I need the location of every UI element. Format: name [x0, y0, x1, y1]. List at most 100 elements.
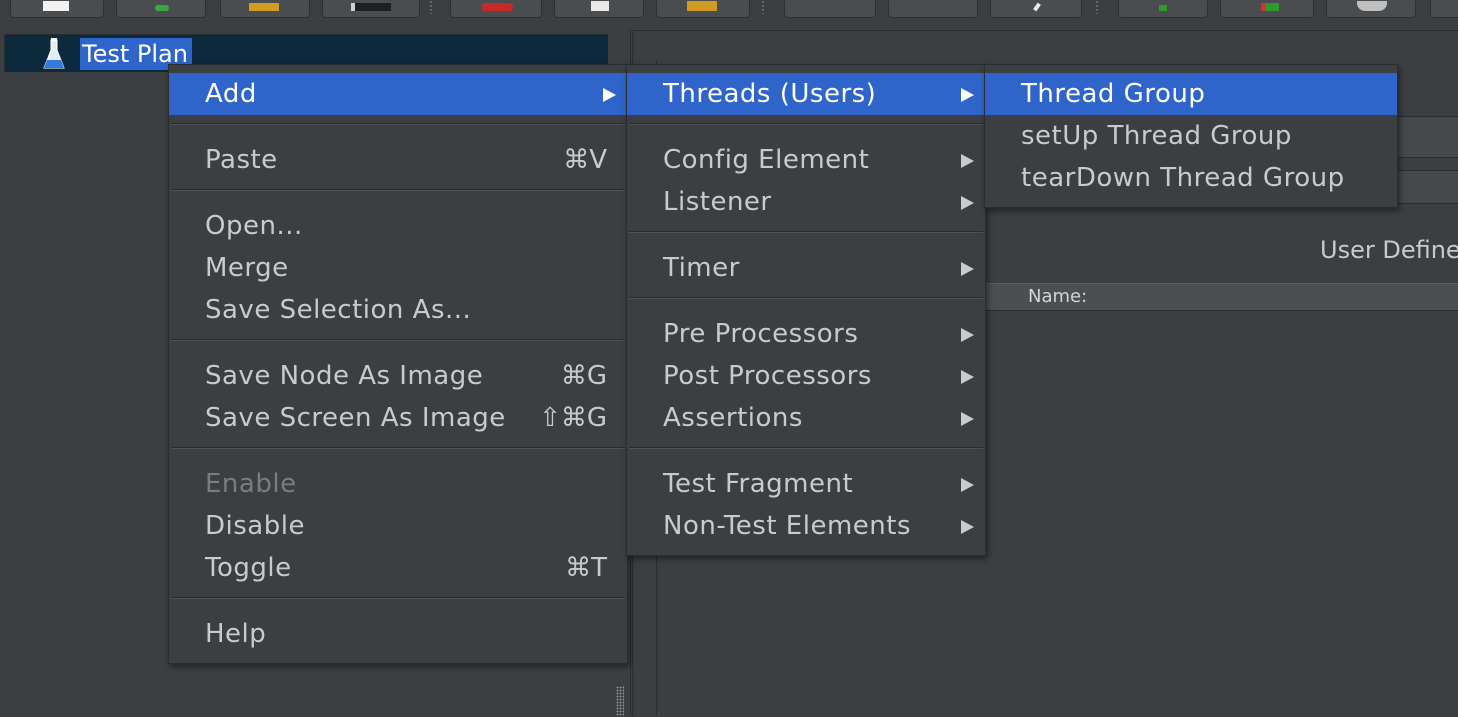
menu-separator: [629, 447, 983, 449]
paste-clipboard-icon: [687, 1, 717, 11]
submenu-arrow-icon: [961, 262, 974, 276]
menu-item-teardown-thread-group[interactable]: tearDown Thread Group: [985, 157, 1397, 199]
stop-button[interactable]: [1326, 0, 1416, 18]
menu-item-listener[interactable]: Listener: [627, 181, 985, 223]
shortcut-label: ⌘G: [560, 361, 607, 391]
toggle-button[interactable]: [990, 0, 1082, 18]
menu-item-label: Post Processors: [663, 361, 872, 391]
submenu-arrow-icon: [961, 154, 974, 168]
new-button[interactable]: [10, 0, 104, 18]
menu-item-label: Thread Group: [1021, 79, 1206, 109]
menu-item-label: Listener: [663, 187, 772, 217]
menu-item-label: Pre Processors: [663, 319, 859, 349]
menu-item-paste[interactable]: Paste ⌘V: [169, 139, 627, 181]
menu-item-label: Non-Test Elements: [663, 511, 911, 541]
copy-icon: [591, 1, 609, 11]
shortcut-label: ⌘V: [563, 145, 607, 175]
menu-separator: [629, 231, 983, 233]
start-play-icon: [1159, 5, 1167, 11]
toggle-wand-icon: [1033, 2, 1041, 12]
split-grip-handle[interactable]: [616, 686, 624, 716]
menu-item-setup-thread-group[interactable]: setUp Thread Group: [985, 115, 1397, 157]
menu-item-label: Toggle: [205, 553, 292, 583]
menu-separator: [171, 447, 625, 449]
start-no-pauses-button[interactable]: [1220, 0, 1314, 18]
menu-item-label: Disable: [205, 511, 305, 541]
menu-item-merge[interactable]: Merge: [169, 247, 627, 289]
menu-item-label: Open...: [205, 211, 303, 241]
menu-item-label: Help: [205, 619, 267, 649]
menu-item-label: Add: [205, 79, 257, 109]
submenu-arrow-icon: [961, 328, 974, 342]
collapse-all-button[interactable]: [888, 0, 978, 18]
paste-button[interactable]: [656, 0, 750, 18]
context-menu: Add Paste ⌘V Open... Merge Save Selectio…: [168, 64, 628, 664]
menu-item-add[interactable]: Add: [169, 73, 627, 115]
menu-item-label: Enable: [205, 469, 297, 499]
menu-item-non-test-elements[interactable]: Non-Test Elements: [627, 505, 985, 547]
menu-item-open[interactable]: Open...: [169, 205, 627, 247]
start-button[interactable]: [1118, 0, 1208, 18]
menu-item-thread-group[interactable]: Thread Group: [985, 73, 1397, 115]
menu-item-disable[interactable]: Disable: [169, 505, 627, 547]
add-submenu: Threads (Users) Config Element Listener …: [626, 64, 986, 556]
copy-button[interactable]: [554, 0, 644, 18]
menu-item-label: tearDown Thread Group: [1021, 163, 1345, 193]
shortcut-label: ⇧⌘G: [539, 403, 607, 433]
menu-separator: [171, 123, 625, 125]
submenu-arrow-icon: [961, 196, 974, 210]
submenu-arrow-icon: [961, 88, 974, 102]
menu-item-label: Assertions: [663, 403, 803, 433]
name-column-header[interactable]: Name:: [1028, 286, 1087, 307]
toolbar-separator: [430, 0, 432, 14]
expand-all-button[interactable]: [784, 0, 876, 18]
new-file-icon: [43, 1, 69, 11]
start-no-pauses-icon: [1261, 3, 1279, 11]
menu-separator: [171, 597, 625, 599]
menu-item-label: Merge: [205, 253, 289, 283]
variables-table-header: Name:: [984, 283, 1458, 311]
menu-item-label: Config Element: [663, 145, 870, 175]
menu-item-timer[interactable]: Timer: [627, 247, 985, 289]
templates-button[interactable]: [116, 0, 206, 18]
menu-item-save-screen-as-image[interactable]: Save Screen As Image ⇧⌘G: [169, 397, 627, 439]
menu-item-label: Threads (Users): [663, 79, 877, 109]
menu-item-toggle[interactable]: Toggle ⌘T: [169, 547, 627, 589]
submenu-arrow-icon: [961, 478, 974, 492]
menu-item-label: Timer: [663, 253, 740, 283]
menu-item-pre-processors[interactable]: Pre Processors: [627, 313, 985, 355]
threads-submenu: Thread Group setUp Thread Group tearDown…: [984, 64, 1398, 208]
menu-item-label: Test Fragment: [663, 469, 854, 499]
menu-item-save-node-as-image[interactable]: Save Node As Image ⌘G: [169, 355, 627, 397]
cut-scissors-icon: [481, 3, 513, 11]
submenu-arrow-icon: [961, 370, 974, 384]
menu-separator: [171, 189, 625, 191]
cut-button[interactable]: [450, 0, 542, 18]
menu-separator: [629, 297, 983, 299]
menu-item-config-element[interactable]: Config Element: [627, 139, 985, 181]
user-defined-variables-title: User Define: [1320, 236, 1458, 264]
test-plan-flask-icon: [43, 38, 65, 69]
open-button[interactable]: [220, 0, 310, 18]
menu-item-label: Save Selection As...: [205, 295, 472, 325]
stop-icon: [1357, 1, 1387, 11]
menu-item-threads-users[interactable]: Threads (Users): [627, 73, 985, 115]
menu-item-test-fragment[interactable]: Test Fragment: [627, 463, 985, 505]
submenu-arrow-icon: [603, 88, 616, 102]
menu-item-label: Save Node As Image: [205, 361, 484, 391]
menu-item-assertions[interactable]: Assertions: [627, 397, 985, 439]
save-disk-icon: [351, 3, 391, 11]
save-button[interactable]: [322, 0, 420, 18]
submenu-arrow-icon: [961, 520, 974, 534]
toolbar-separator: [1096, 0, 1098, 14]
submenu-arrow-icon: [961, 412, 974, 426]
menu-item-label: Save Screen As Image: [205, 403, 506, 433]
menu-item-help[interactable]: Help: [169, 613, 627, 655]
menu-item-post-processors[interactable]: Post Processors: [627, 355, 985, 397]
shortcut-label: ⌘T: [565, 553, 607, 583]
shutdown-button[interactable]: [1430, 0, 1458, 18]
menu-item-label: Paste: [205, 145, 278, 175]
menu-item-save-selection-as[interactable]: Save Selection As...: [169, 289, 627, 331]
toolbar-separator: [762, 0, 764, 14]
menu-item-enable: Enable: [169, 463, 627, 505]
